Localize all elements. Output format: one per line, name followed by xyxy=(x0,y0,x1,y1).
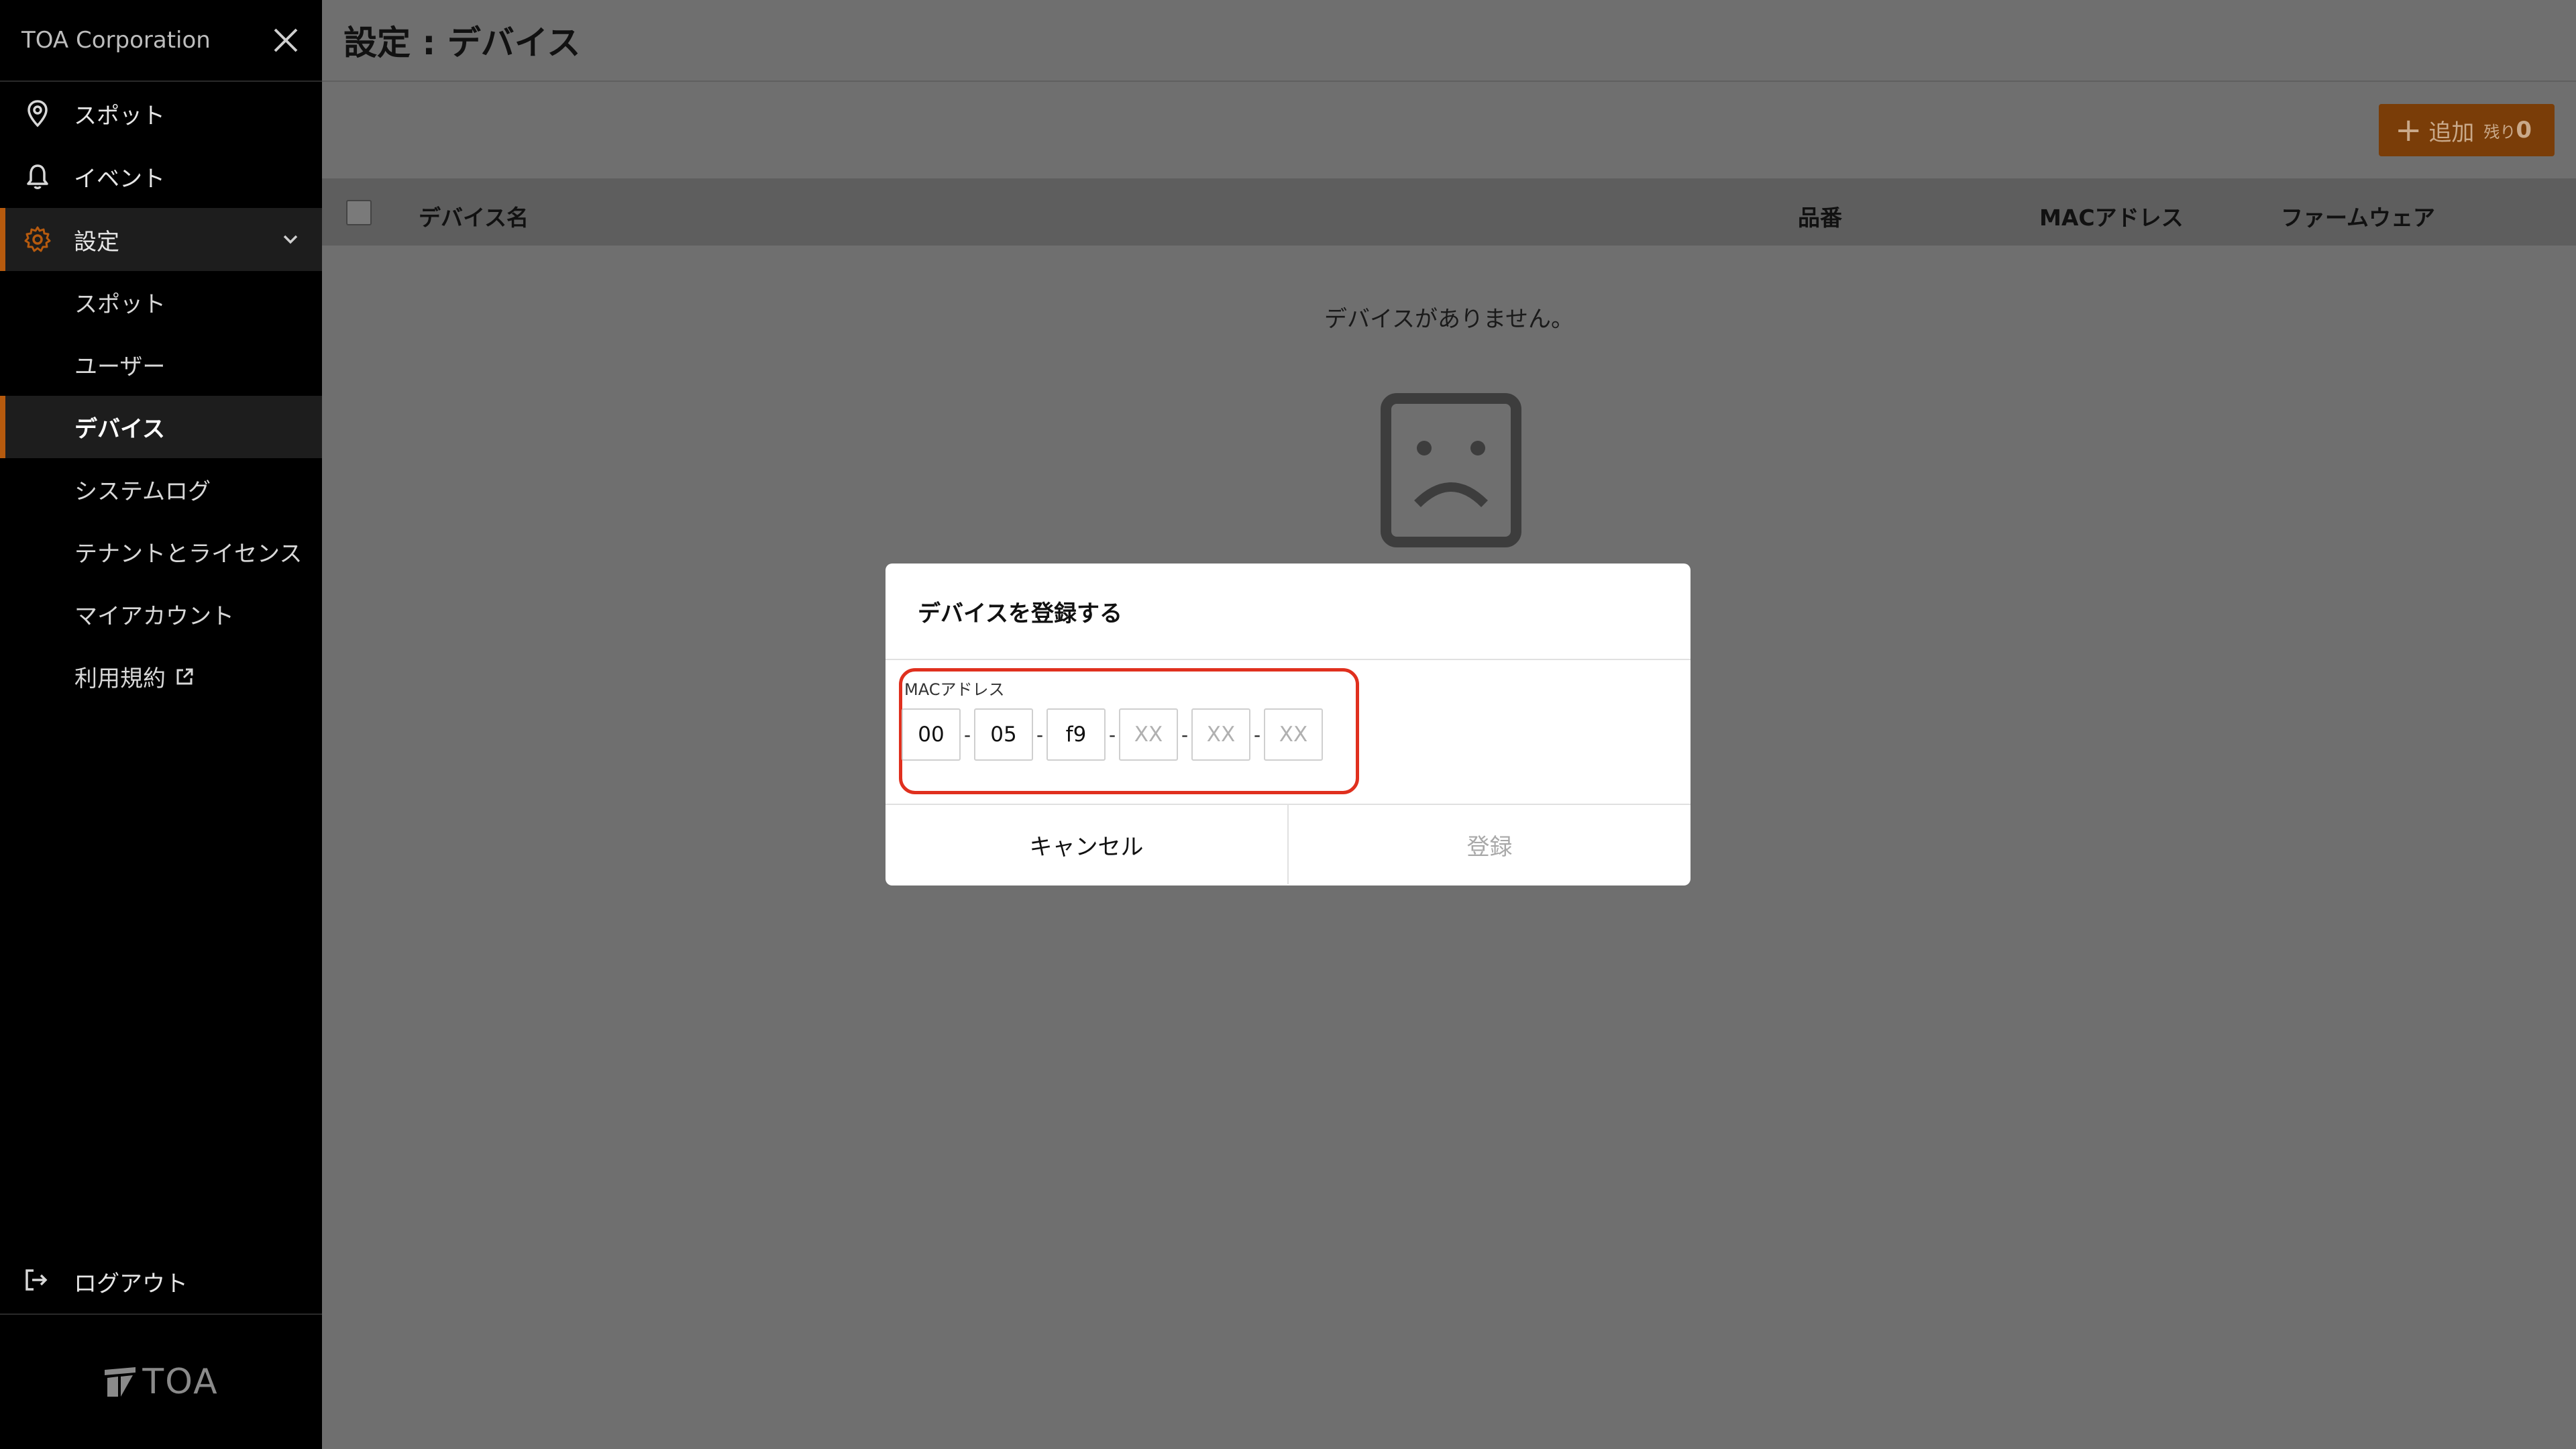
mac-octet-2-input[interactable]: 05 xyxy=(974,708,1033,761)
logo-text: TOA xyxy=(142,1362,219,1402)
logout-button[interactable]: ログアウト xyxy=(0,1249,322,1315)
dialog-footer: キャンセル 登録 xyxy=(885,805,1690,884)
add-device-button[interactable]: + 追加 残り0 xyxy=(2379,104,2555,156)
mac-octet-1-input[interactable]: 00 xyxy=(902,708,961,761)
mac-octet-6-input[interactable]: XX xyxy=(1264,708,1323,761)
sub-item-terms[interactable]: 利用規約 xyxy=(0,645,322,708)
column-header-device-name[interactable]: デバイス名 xyxy=(419,200,529,232)
mac-address-inputs: 00 - 05 - f9 - XX - XX - XX xyxy=(902,708,1323,761)
mac-address-label: MACアドレス xyxy=(904,680,1005,699)
nav-item-spot[interactable]: スポット xyxy=(0,82,322,145)
remaining-badge: 残り0 xyxy=(2483,117,2532,144)
mac-separator: - xyxy=(1253,723,1261,746)
add-button-label: 追加 xyxy=(2428,119,2475,146)
remaining-label: 残り xyxy=(2483,123,2516,142)
sub-item-label: スポット xyxy=(74,291,166,318)
sad-face-icon xyxy=(1381,393,1521,547)
logout-icon xyxy=(21,1265,54,1297)
mac-separator: - xyxy=(963,723,971,746)
plus-icon: + xyxy=(2395,111,2422,149)
bell-icon xyxy=(21,160,54,193)
sub-item-label: テナントとライセンス xyxy=(74,541,303,568)
mac-octet-3-input[interactable]: f9 xyxy=(1046,708,1106,761)
empty-state-message: デバイスがありません。 xyxy=(1324,306,1574,333)
nav-item-settings-label: 設定 xyxy=(74,228,119,256)
sub-item-label: システムログ xyxy=(74,478,211,505)
nav-item-event-label: イベント xyxy=(74,165,165,193)
nav-item-spot-label: スポット xyxy=(74,102,165,129)
toolbar: + 追加 残り0 xyxy=(322,82,2576,178)
chevron-down-icon xyxy=(283,235,298,244)
sidebar-bottom: ログアウト TOA xyxy=(0,1249,322,1449)
sub-item-my-account[interactable]: マイアカウント xyxy=(0,583,322,645)
toa-logo-mark-icon xyxy=(105,1367,136,1397)
sub-item-devices[interactable]: デバイス xyxy=(0,396,322,458)
sub-item-label: マイアカウント xyxy=(74,603,234,630)
sub-item-label: デバイス xyxy=(74,416,165,443)
sub-item-label: 利用規約 xyxy=(74,665,166,692)
sub-item-system-log[interactable]: システムログ xyxy=(0,458,322,521)
dialog-title: デバイスを登録する xyxy=(885,564,1690,660)
mac-separator: - xyxy=(1036,723,1044,746)
sidebar: TOA Corporation スポット イベント 設定 スポット ユーザー デ… xyxy=(0,0,322,1449)
remaining-count: 0 xyxy=(2516,117,2532,144)
sub-item-tenant-license[interactable]: テナントとライセンス xyxy=(0,521,322,583)
column-header-firmware[interactable]: ファームウェア xyxy=(2281,200,2435,232)
sub-item-spot[interactable]: スポット xyxy=(0,271,322,333)
mac-octet-4-input[interactable]: XX xyxy=(1119,708,1178,761)
toa-logo: TOA xyxy=(103,1362,218,1402)
close-icon[interactable] xyxy=(271,25,301,55)
mac-octet-5-input[interactable]: XX xyxy=(1191,708,1250,761)
logout-label: ログアウト xyxy=(74,1270,188,1297)
dialog-body: MACアドレス 00 - 05 - f9 - XX - XX - XX xyxy=(885,660,1690,805)
sidebar-header: TOA Corporation xyxy=(0,0,322,82)
org-name: TOA Corporation xyxy=(21,27,211,54)
page-title: 設定 : デバイス xyxy=(343,23,581,62)
external-link-icon xyxy=(176,668,193,684)
mac-separator: - xyxy=(1108,723,1116,746)
logo-area: TOA xyxy=(0,1315,322,1449)
sub-item-label: ユーザー xyxy=(74,354,166,380)
gear-icon xyxy=(21,223,54,256)
cancel-button[interactable]: キャンセル xyxy=(885,805,1289,884)
nav-item-event[interactable]: イベント xyxy=(0,145,322,208)
column-header-mac[interactable]: MACアドレス xyxy=(2039,200,2184,232)
register-device-dialog: デバイスを登録する MACアドレス 00 - 05 - f9 - XX - XX… xyxy=(885,564,1690,885)
nav-item-settings[interactable]: 設定 xyxy=(0,208,322,271)
select-all-checkbox[interactable] xyxy=(346,200,372,225)
table-header: デバイス名 品番 MACアドレス ファームウェア xyxy=(322,178,2576,246)
sub-item-users[interactable]: ユーザー xyxy=(0,333,322,396)
map-pin-icon xyxy=(21,97,54,129)
page-header: 設定 : デバイス xyxy=(322,0,2576,82)
mac-separator: - xyxy=(1181,723,1189,746)
register-button[interactable]: 登録 xyxy=(1289,805,1690,884)
column-header-model[interactable]: 品番 xyxy=(1798,200,1842,232)
